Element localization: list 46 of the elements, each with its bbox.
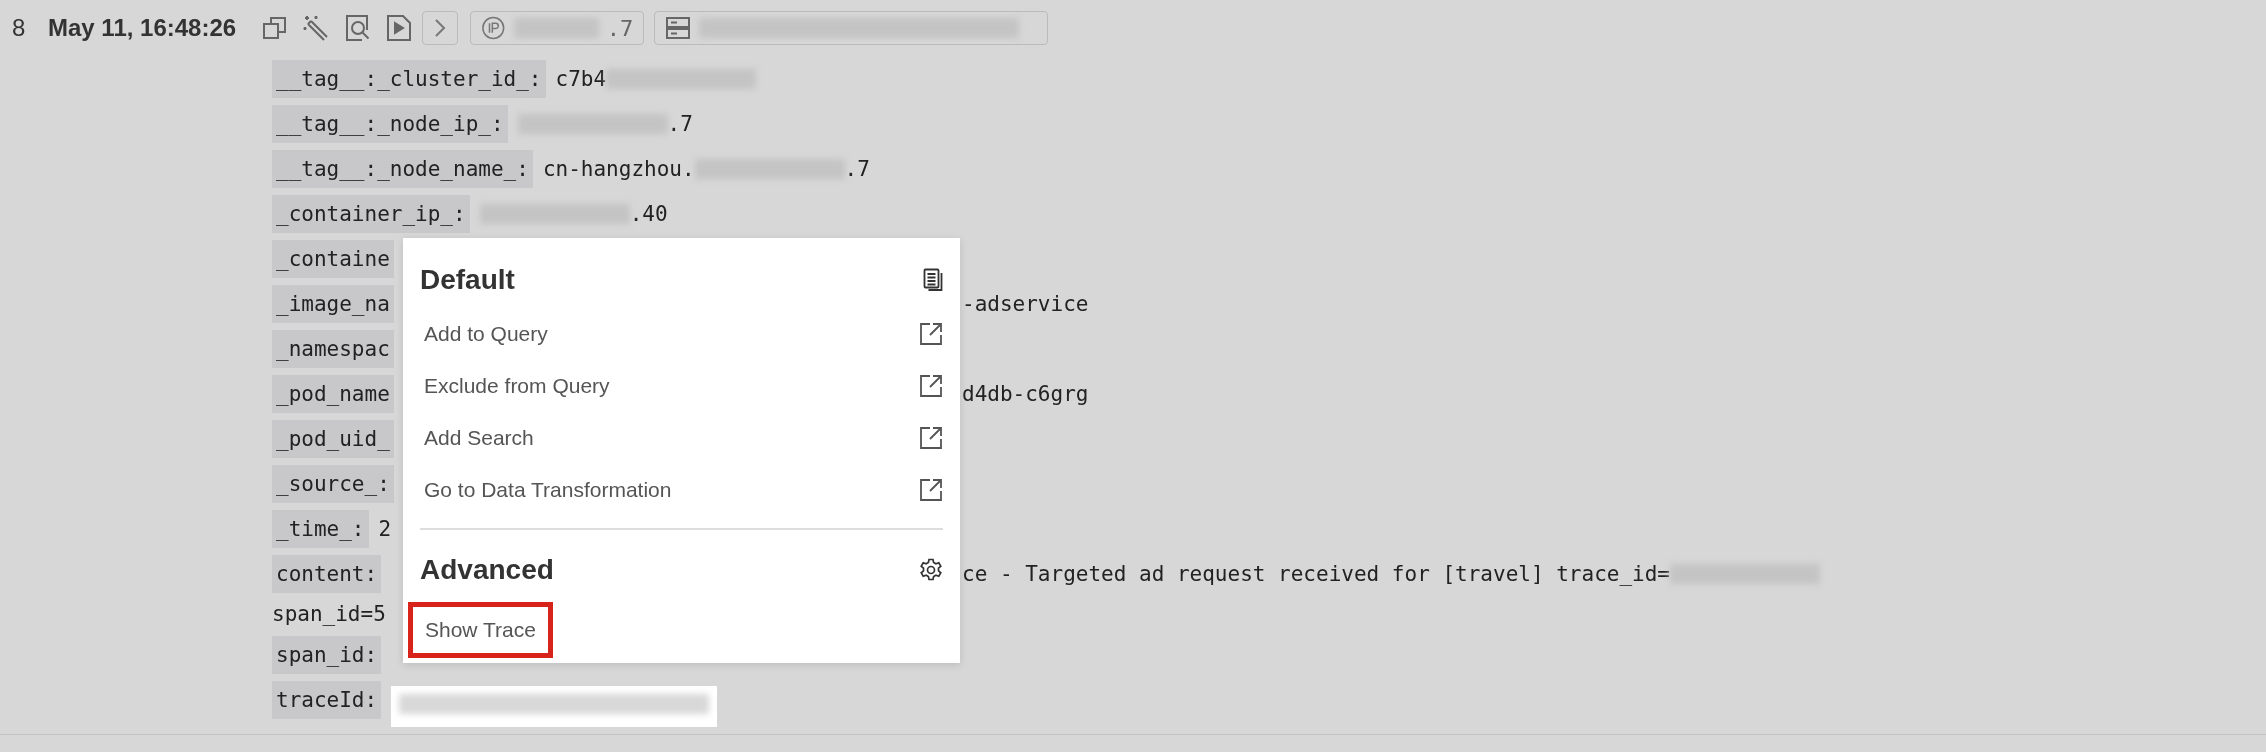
menu-item[interactable]: Go to Data Transformation — [420, 464, 676, 516]
row-number: 8 — [12, 14, 27, 42]
field-value: 2 — [378, 516, 392, 541]
ip-icon — [481, 15, 506, 41]
copy-icon[interactable] — [923, 268, 943, 292]
field-value: .7 — [606, 15, 634, 41]
menu-item[interactable]: Add Search — [420, 412, 538, 464]
external-link-icon[interactable] — [919, 478, 943, 502]
external-link-icon[interactable] — [919, 426, 943, 450]
field-key[interactable]: __tag__:_node_name_: — [272, 149, 533, 188]
field-value: cn-hangzhou. — [542, 156, 695, 181]
field-key[interactable]: __tag__:_cluster_id_: — [272, 59, 546, 98]
field-value: d4db-c6grg — [962, 381, 1089, 406]
field-key[interactable]: content: — [272, 554, 382, 593]
settings-icon[interactable] — [919, 558, 943, 582]
field-value: c7b4 — [555, 66, 607, 91]
field-key[interactable]: _image_na — [272, 284, 394, 323]
field-value: span_id=5 — [272, 602, 386, 626]
field-value: .7 — [667, 111, 693, 136]
field-value: .7 — [844, 156, 870, 181]
menu-item[interactable]: Add to Query — [420, 308, 552, 360]
field-key[interactable]: __tag__:_node_ip_: — [272, 104, 508, 143]
field-value: .40 — [629, 201, 668, 226]
field-key[interactable]: _pod_name — [272, 374, 394, 413]
field-value: ce - Targeted ad request received for [travel] trace_id= — [962, 561, 1670, 586]
menu-item[interactable]: Show Trace — [408, 602, 553, 658]
field-key[interactable]: traceId: — [272, 680, 382, 719]
play-document-icon[interactable] — [386, 14, 413, 42]
field-key[interactable]: _namespac — [272, 329, 394, 368]
server-icon — [665, 16, 692, 40]
field-key[interactable]: _container_ip_: — [272, 194, 470, 233]
field-key[interactable]: _source_: — [272, 464, 394, 503]
menu-item[interactable]: Exclude from Query — [420, 360, 614, 412]
field-key[interactable]: _time_: — [272, 509, 369, 548]
timestamp: May 11, 16:48:26 — [48, 14, 237, 42]
external-link-icon[interactable] — [919, 374, 943, 398]
field-key[interactable]: span_id: — [272, 635, 382, 674]
expand-button[interactable] — [422, 11, 459, 45]
external-link-icon[interactable] — [919, 322, 943, 346]
field-value: -adservice — [962, 291, 1089, 316]
chevron-right-icon — [434, 18, 447, 38]
ip-tag[interactable]: .7 — [470, 11, 645, 45]
field-key[interactable]: _pod_uid_ — [272, 419, 394, 458]
section-title: Advanced — [420, 554, 554, 586]
section-title: Default — [420, 264, 515, 296]
field-key[interactable]: _containe — [272, 239, 394, 278]
